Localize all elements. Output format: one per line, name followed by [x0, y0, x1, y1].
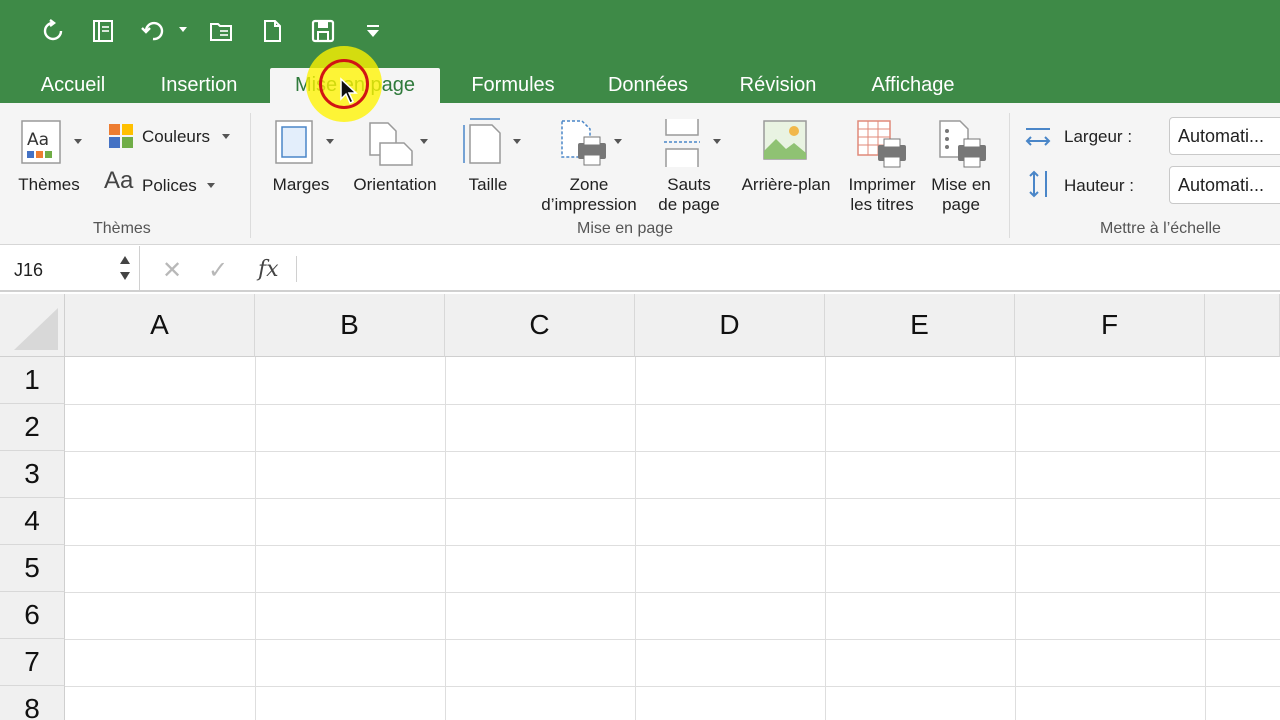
tab-donnees[interactable]: Données — [592, 68, 704, 103]
page-layout-label-1: Mise en — [931, 175, 991, 194]
row-header-7[interactable]: 7 — [0, 639, 65, 686]
breaks-label-1: Sauts — [667, 175, 711, 194]
row-header-1[interactable]: 1 — [0, 357, 65, 404]
row-header-4[interactable]: 4 — [0, 498, 65, 545]
tab-insertion[interactable]: Insertion — [144, 68, 254, 103]
orientation-dropdown-icon[interactable] — [420, 139, 428, 144]
ribbon-separator — [250, 113, 251, 238]
print-area-label-2: d’impression — [541, 195, 637, 214]
row-header-3[interactable]: 3 — [0, 451, 65, 498]
breaks-icon — [664, 119, 700, 167]
row-header-8[interactable]: 8 — [0, 686, 65, 720]
name-box-stepper-icon[interactable] — [118, 252, 132, 284]
breaks-dropdown-icon[interactable] — [713, 139, 721, 144]
print-titles-icon — [857, 120, 906, 168]
margins-label: Marges — [272, 175, 330, 194]
cancel-icon[interactable]: ✕ — [162, 256, 182, 285]
background-icon — [763, 120, 807, 160]
row-header-6[interactable]: 6 — [0, 592, 65, 639]
undo-dropdown-icon[interactable] — [179, 27, 187, 32]
colors-label: Couleurs — [142, 127, 211, 146]
cell-area[interactable] — [65, 357, 1280, 720]
tab-formules[interactable]: Formules — [456, 68, 570, 103]
page-layout-label-2: page — [942, 195, 980, 214]
fonts-dropdown-icon[interactable] — [207, 183, 215, 188]
ribbon-separator — [1009, 113, 1010, 238]
tab-accueil[interactable]: Accueil — [24, 68, 122, 103]
column-header-d[interactable]: D — [635, 294, 825, 357]
column-header-next[interactable] — [1205, 294, 1280, 357]
customize-qat-icon[interactable] — [356, 14, 390, 48]
page-setup-group-label: Mise en page — [577, 220, 674, 237]
print-area-label-1: Zone — [569, 175, 609, 194]
mouse-pointer-icon — [340, 77, 358, 105]
title-bar: Accueil Insertion Mise en page Formules … — [0, 0, 1280, 103]
height-label: Hauteur : — [1064, 176, 1134, 195]
formula-bar: J16 ✕ ✓ fx — [0, 246, 1280, 292]
size-icon — [463, 118, 501, 164]
enter-icon[interactable]: ✓ — [208, 256, 228, 285]
orientation-icon — [369, 122, 413, 166]
background-label: Arrière-plan — [741, 175, 831, 194]
save-icon[interactable] — [306, 14, 340, 48]
ribbon: Aa Thèmes Couleurs Aa Polices Thèmes Mar… — [0, 103, 1280, 245]
column-header-a[interactable]: A — [65, 294, 255, 357]
formula-input[interactable] — [305, 246, 1280, 292]
margins-icon — [275, 120, 313, 164]
height-icon — [1029, 170, 1047, 198]
height-select[interactable]: Automati... — [1169, 166, 1280, 204]
function-icon[interactable]: fx — [258, 257, 279, 282]
new-doc-icon[interactable] — [255, 14, 289, 48]
open-folder-icon[interactable] — [204, 14, 238, 48]
width-select[interactable]: Automati... — [1169, 117, 1280, 155]
size-dropdown-icon[interactable] — [513, 139, 521, 144]
orientation-label: Orientation — [353, 175, 437, 194]
row-header-2[interactable]: 2 — [0, 404, 65, 451]
row-header-5[interactable]: 5 — [0, 545, 65, 592]
colors-dropdown-icon[interactable] — [222, 134, 230, 139]
column-header-b[interactable]: B — [255, 294, 445, 357]
scale-group-label: Mettre à l’échelle — [1100, 220, 1221, 237]
print-area-dropdown-icon[interactable] — [614, 139, 622, 144]
tab-revision[interactable]: Révision — [724, 68, 832, 103]
print-titles-label-2: les titres — [850, 195, 914, 214]
undo-icon[interactable] — [136, 14, 170, 48]
themes-label: Thèmes — [18, 175, 80, 194]
margins-dropdown-icon[interactable] — [326, 139, 334, 144]
colors-icon — [109, 124, 133, 148]
tab-affichage[interactable]: Affichage — [852, 68, 974, 103]
notebook-icon[interactable] — [86, 14, 120, 48]
column-header-f[interactable]: F — [1015, 294, 1205, 357]
redo-icon[interactable] — [36, 14, 70, 48]
size-label: Taille — [468, 175, 508, 194]
spreadsheet-grid: A B C D E F 1 2 3 4 5 6 7 8 — [0, 294, 1280, 720]
breaks-label-2: de page — [658, 195, 720, 214]
themes-icon: Aa — [21, 120, 61, 164]
column-header-e[interactable]: E — [825, 294, 1015, 357]
themes-dropdown-icon[interactable] — [74, 139, 82, 144]
excel-window: Accueil Insertion Mise en page Formules … — [0, 0, 1280, 720]
print-titles-label-1: Imprimer — [848, 175, 916, 194]
themes-group-label: Thèmes — [93, 220, 151, 237]
column-header-c[interactable]: C — [445, 294, 635, 357]
formula-divider — [296, 256, 297, 282]
width-icon — [1025, 128, 1051, 146]
print-area-icon — [561, 120, 606, 166]
fonts-icon: Aa — [104, 167, 134, 194]
width-label: Largeur : — [1064, 127, 1133, 146]
svg-text:Aa: Aa — [27, 130, 49, 150]
select-all-corner[interactable] — [0, 294, 65, 357]
fonts-label: Polices — [142, 176, 197, 195]
page-layout-icon — [939, 120, 986, 168]
